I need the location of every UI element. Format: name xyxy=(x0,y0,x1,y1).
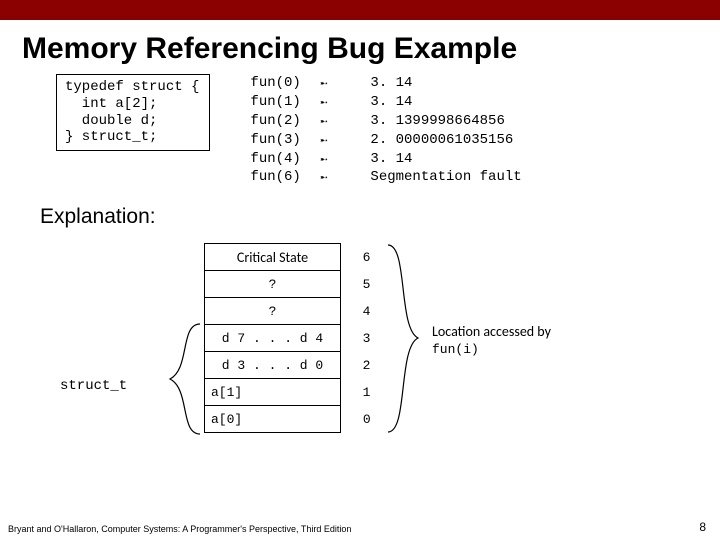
output-row: fun(1)➸3. 14 xyxy=(250,93,521,112)
output-row: fun(2)➸3. 1399998664856 xyxy=(250,112,521,131)
memory-diagram: struct_t Critical State6 ?5 ?4 d 7 . . .… xyxy=(0,243,720,483)
slide-title: Memory Referencing Bug Example xyxy=(0,20,720,74)
table-row: Critical State6 xyxy=(205,244,383,271)
output-row: fun(0)➸3. 14 xyxy=(250,74,521,93)
arrow-icon: ➸ xyxy=(320,152,370,171)
arrow-icon: ➸ xyxy=(320,76,370,95)
output-row: fun(6)➸Segmentation fault xyxy=(250,168,521,187)
struct-label: struct_t xyxy=(60,378,127,394)
access-note: Location accessed by fun(i) xyxy=(432,323,551,358)
output-row: fun(4)➸3. 14 xyxy=(250,150,521,169)
footer-text: Bryant and O'Hallaron, Computer Systems:… xyxy=(8,524,351,534)
brace-left-icon xyxy=(146,324,202,434)
table-row: a[1]1 xyxy=(205,379,383,406)
code-box: typedef struct { int a[2]; double d; } s… xyxy=(56,74,210,151)
output-list: fun(0)➸3. 14 fun(1)➸3. 14 fun(2)➸3. 1399… xyxy=(250,74,521,187)
arrow-icon: ➸ xyxy=(320,114,370,133)
top-row: typedef struct { int a[2]; double d; } s… xyxy=(0,74,720,187)
brace-right-icon xyxy=(388,243,428,434)
arrow-icon: ➸ xyxy=(320,133,370,152)
explanation-heading: Explanation: xyxy=(0,187,720,229)
table-row: ?4 xyxy=(205,298,383,325)
output-row: fun(3)➸2. 00000061035156 xyxy=(250,131,521,150)
memory-table: Critical State6 ?5 ?4 d 7 . . . d 43 d 3… xyxy=(204,243,383,433)
table-row: d 7 . . . d 43 xyxy=(205,325,383,352)
arrow-icon: ➸ xyxy=(320,170,370,189)
page-number: 8 xyxy=(699,520,706,534)
table-row: ?5 xyxy=(205,271,383,298)
table-row: d 3 . . . d 02 xyxy=(205,352,383,379)
arrow-icon: ➸ xyxy=(320,95,370,114)
table-row: a[0]0 xyxy=(205,406,383,433)
header-bar xyxy=(0,0,720,20)
